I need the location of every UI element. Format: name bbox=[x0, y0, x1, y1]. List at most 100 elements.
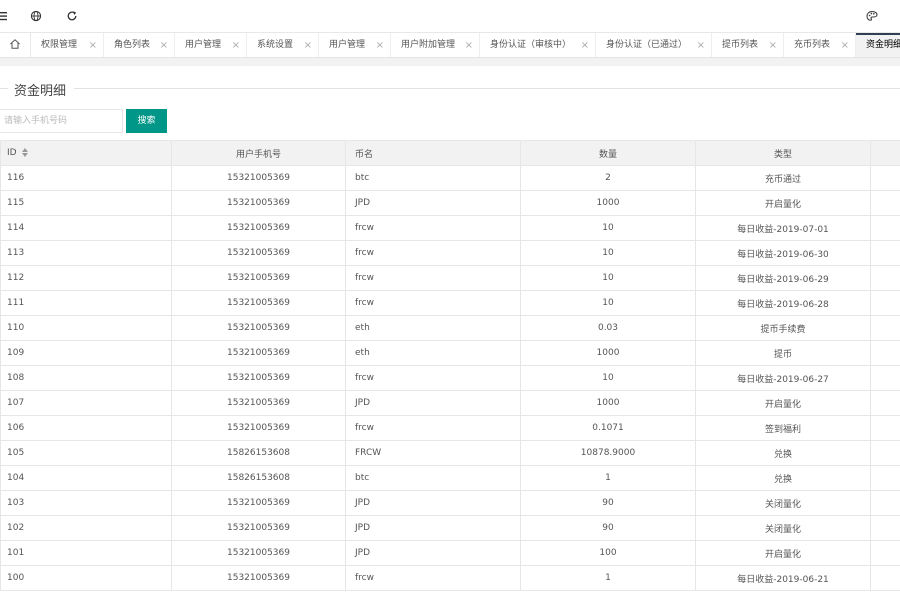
table-row[interactable]: 114 15321005369 frcw 10 每日收益-2019-07-01 bbox=[0, 215, 900, 241]
section-header: 资金明细 bbox=[0, 78, 900, 99]
cell-coin: frcw bbox=[345, 415, 521, 441]
cell-type: 每日收益-2019-06-30 bbox=[695, 240, 871, 266]
table-row[interactable]: 108 15321005369 frcw 10 每日收益-2019-06-27 bbox=[0, 365, 900, 391]
column-header-phone: 用户手机号 bbox=[171, 140, 346, 166]
cell-phone: 15321005369 bbox=[171, 415, 346, 441]
tab-item[interactable]: 权限管理 × bbox=[31, 33, 104, 57]
table-row[interactable]: 100 15321005369 frcw 1 每日收益-2019-06-21 bbox=[0, 565, 900, 591]
tab-item[interactable]: 用户管理 × bbox=[175, 33, 247, 57]
content-separator bbox=[0, 58, 900, 66]
cell-id: 113 bbox=[0, 240, 172, 266]
home-icon bbox=[9, 38, 21, 53]
table-row[interactable]: 104 15826153608 btc 1 兑换 bbox=[0, 465, 900, 491]
cell-quantity: 0.1071 bbox=[520, 415, 696, 441]
table-row[interactable]: 107 15321005369 JPD 1000 开启量化 bbox=[0, 390, 900, 416]
cell-extra bbox=[870, 540, 900, 566]
tab-item[interactable]: 用户附加管理 × bbox=[391, 33, 480, 57]
cell-id: 102 bbox=[0, 515, 172, 541]
table-row[interactable]: 106 15321005369 frcw 0.1071 签到福利 bbox=[0, 415, 900, 441]
tab-item[interactable]: 充币列表 × bbox=[784, 33, 856, 57]
tab-item[interactable]: 系统设置 × bbox=[247, 33, 319, 57]
cell-extra bbox=[870, 215, 900, 241]
cell-type: 开启量化 bbox=[695, 540, 871, 566]
column-header-type: 类型 bbox=[695, 140, 871, 166]
tab-item[interactable]: 身份认证（审核中） × bbox=[480, 33, 596, 57]
tab-item[interactable]: 角色列表 × bbox=[104, 33, 175, 57]
tab-bar: 权限管理 × 角色列表 × 用户管理 × 系统设置 × 用户管理 × 用户附加管理 × 身份认证（审核中… bbox=[0, 33, 900, 58]
cell-type: 关闭量化 bbox=[695, 490, 871, 516]
tab-close-icon[interactable]: × bbox=[581, 33, 589, 57]
sort-icon[interactable] bbox=[21, 148, 29, 157]
cell-coin: eth bbox=[345, 340, 521, 366]
cell-extra bbox=[870, 315, 900, 341]
tab-close-icon[interactable]: × bbox=[465, 33, 473, 57]
cell-phone: 15826153608 bbox=[171, 440, 346, 466]
cell-id: 111 bbox=[0, 290, 172, 316]
table-row[interactable]: 110 15321005369 eth 0.03 提币手续费 bbox=[0, 315, 900, 341]
cell-quantity: 1000 bbox=[520, 340, 696, 366]
cell-type: 签到福利 bbox=[695, 415, 871, 441]
table-row[interactable]: 105 15826153608 FRCW 10878.9000 兑换 bbox=[0, 440, 900, 466]
cell-coin: frcw bbox=[345, 365, 521, 391]
tab-close-icon[interactable]: × bbox=[697, 33, 705, 57]
cell-phone: 15321005369 bbox=[171, 390, 346, 416]
cell-quantity: 0.03 bbox=[520, 315, 696, 341]
tab-list: 权限管理 × 角色列表 × 用户管理 × 系统设置 × 用户管理 × 用户附加管理 × 身份认证（审核中… bbox=[31, 33, 900, 57]
tab-close-icon[interactable]: × bbox=[769, 33, 777, 57]
cell-quantity: 10 bbox=[520, 365, 696, 391]
home-tab[interactable] bbox=[0, 33, 31, 57]
tab-item[interactable]: 资金明细× bbox=[856, 33, 900, 57]
cell-id: 104 bbox=[0, 465, 172, 491]
tab-label: 系统设置 bbox=[257, 40, 294, 50]
table-row[interactable]: 111 15321005369 frcw 10 每日收益-2019-06-28 bbox=[0, 290, 900, 316]
cell-coin: FRCW bbox=[345, 440, 521, 466]
tab-item[interactable]: 身份认证（已通过） × bbox=[596, 33, 712, 57]
menu-icon[interactable] bbox=[0, 9, 10, 23]
cell-id: 109 bbox=[0, 340, 172, 366]
cell-type: 兑换 bbox=[695, 440, 871, 466]
cell-coin: frcw bbox=[345, 265, 521, 291]
tab-close-icon[interactable]: × bbox=[304, 33, 312, 57]
cell-quantity: 1000 bbox=[520, 190, 696, 216]
cell-coin: btc bbox=[345, 465, 521, 491]
table-row[interactable]: 113 15321005369 frcw 10 每日收益-2019-06-30 bbox=[0, 240, 900, 266]
cell-type: 开启量化 bbox=[695, 190, 871, 216]
cell-extra bbox=[870, 465, 900, 491]
tab-close-icon[interactable]: × bbox=[89, 33, 97, 57]
page-title: 资金明细 bbox=[14, 84, 67, 99]
phone-search-input[interactable] bbox=[0, 109, 123, 133]
table-row[interactable]: 102 15321005369 JPD 90 关闭量化 bbox=[0, 515, 900, 541]
cell-type: 提币 bbox=[695, 340, 871, 366]
cell-coin: JPD bbox=[345, 540, 521, 566]
table-row[interactable]: 101 15321005369 JPD 100 开启量化 bbox=[0, 540, 900, 566]
theme-icon[interactable] bbox=[865, 9, 879, 23]
table-row[interactable]: 109 15321005369 eth 1000 提币 bbox=[0, 340, 900, 366]
cell-id: 103 bbox=[0, 490, 172, 516]
cell-quantity: 10 bbox=[520, 265, 696, 291]
tab-close-icon[interactable]: × bbox=[376, 33, 384, 57]
cell-phone: 15321005369 bbox=[171, 215, 346, 241]
tab-item[interactable]: 用户管理 × bbox=[319, 33, 391, 57]
cell-extra bbox=[870, 515, 900, 541]
table-row[interactable]: 112 15321005369 frcw 10 每日收益-2019-06-29 bbox=[0, 265, 900, 291]
cell-type: 每日收益-2019-07-01 bbox=[695, 215, 871, 241]
table-row[interactable]: 103 15321005369 JPD 90 关闭量化 bbox=[0, 490, 900, 516]
cell-id: 100 bbox=[0, 565, 172, 591]
globe-icon[interactable] bbox=[29, 9, 43, 23]
cell-extra bbox=[870, 165, 900, 191]
refresh-icon[interactable] bbox=[65, 9, 79, 23]
cell-phone: 15321005369 bbox=[171, 165, 346, 191]
column-header-id[interactable]: ID bbox=[0, 140, 172, 166]
tab-item[interactable]: 提币列表 × bbox=[712, 33, 784, 57]
tab-close-icon[interactable]: × bbox=[841, 33, 849, 57]
cell-id: 107 bbox=[0, 390, 172, 416]
cell-id: 116 bbox=[0, 165, 172, 191]
search-button[interactable]: 搜索 bbox=[126, 109, 167, 133]
cell-quantity: 10 bbox=[520, 240, 696, 266]
table-row[interactable]: 116 15321005369 btc 2 充币通过 bbox=[0, 165, 900, 191]
cell-id: 115 bbox=[0, 190, 172, 216]
table-row[interactable]: 115 15321005369 JPD 1000 开启量化 bbox=[0, 190, 900, 216]
tab-close-icon[interactable]: × bbox=[160, 33, 168, 57]
tab-close-icon[interactable]: × bbox=[232, 33, 240, 57]
tab-label: 身份认证（审核中） bbox=[490, 40, 572, 50]
